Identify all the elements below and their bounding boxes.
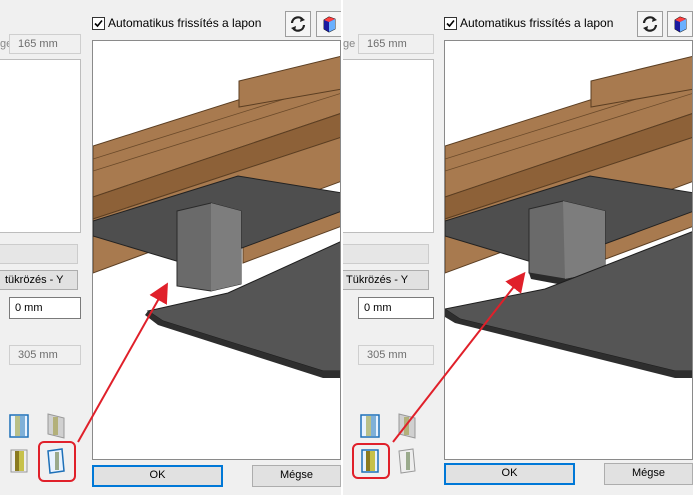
preview-viewport[interactable] bbox=[92, 40, 341, 460]
placement-front-icon[interactable] bbox=[7, 412, 31, 440]
dialog-panel-after: ge 165 mm Tükrözés - Y 0 mm 305 mm Autom… bbox=[343, 0, 693, 495]
preview-viewport[interactable] bbox=[444, 40, 693, 460]
placement-right-icon[interactable] bbox=[395, 447, 419, 475]
refresh-icon bbox=[642, 16, 658, 32]
section-list[interactable] bbox=[0, 59, 81, 233]
disabled-button[interactable] bbox=[343, 244, 429, 264]
cube-3d-icon bbox=[323, 16, 336, 33]
view-3d-button[interactable] bbox=[316, 11, 341, 37]
size-bottom-field[interactable]: 305 mm bbox=[358, 345, 434, 365]
highlight-box bbox=[38, 441, 76, 482]
mirror-y-button[interactable]: tükrözés - Y bbox=[0, 270, 78, 290]
placement-front-icon[interactable] bbox=[358, 412, 382, 440]
auto-refresh-checkbox[interactable] bbox=[92, 17, 105, 30]
refresh-icon bbox=[290, 16, 306, 32]
refresh-button[interactable] bbox=[285, 11, 311, 37]
section-list[interactable] bbox=[343, 59, 434, 233]
placement-left-icon[interactable] bbox=[7, 447, 31, 475]
cancel-button[interactable]: Mégse bbox=[604, 463, 693, 485]
view-3d-button[interactable] bbox=[667, 11, 693, 37]
dialog-panel-before: ge 165 mm tükrözés - Y 0 mm 305 mm Autom… bbox=[0, 0, 341, 495]
cube-3d-icon bbox=[674, 16, 687, 33]
ok-button[interactable]: OK bbox=[92, 465, 223, 487]
auto-refresh-label: Automatikus frissítés a lapon bbox=[108, 16, 262, 30]
highlight-box bbox=[352, 443, 390, 479]
mirror-y-button[interactable]: Tükrözés - Y bbox=[343, 270, 429, 290]
offset-input[interactable]: 0 mm bbox=[9, 297, 81, 319]
size-top-field[interactable]: 165 mm bbox=[9, 34, 81, 54]
cancel-button[interactable]: Mégse bbox=[252, 465, 341, 487]
offset-input[interactable]: 0 mm bbox=[358, 297, 434, 319]
size-bottom-field[interactable]: 305 mm bbox=[9, 345, 81, 365]
disabled-button[interactable] bbox=[0, 244, 78, 264]
ok-button[interactable]: OK bbox=[444, 463, 575, 485]
auto-refresh-checkbox[interactable] bbox=[444, 17, 457, 30]
refresh-button[interactable] bbox=[637, 11, 663, 37]
size-top-label: ge bbox=[343, 38, 356, 50]
size-top-field[interactable]: 165 mm bbox=[358, 34, 434, 54]
auto-refresh-label: Automatikus frissítés a lapon bbox=[460, 16, 614, 30]
placement-back-icon[interactable] bbox=[44, 412, 68, 440]
placement-back-icon[interactable] bbox=[395, 412, 419, 440]
